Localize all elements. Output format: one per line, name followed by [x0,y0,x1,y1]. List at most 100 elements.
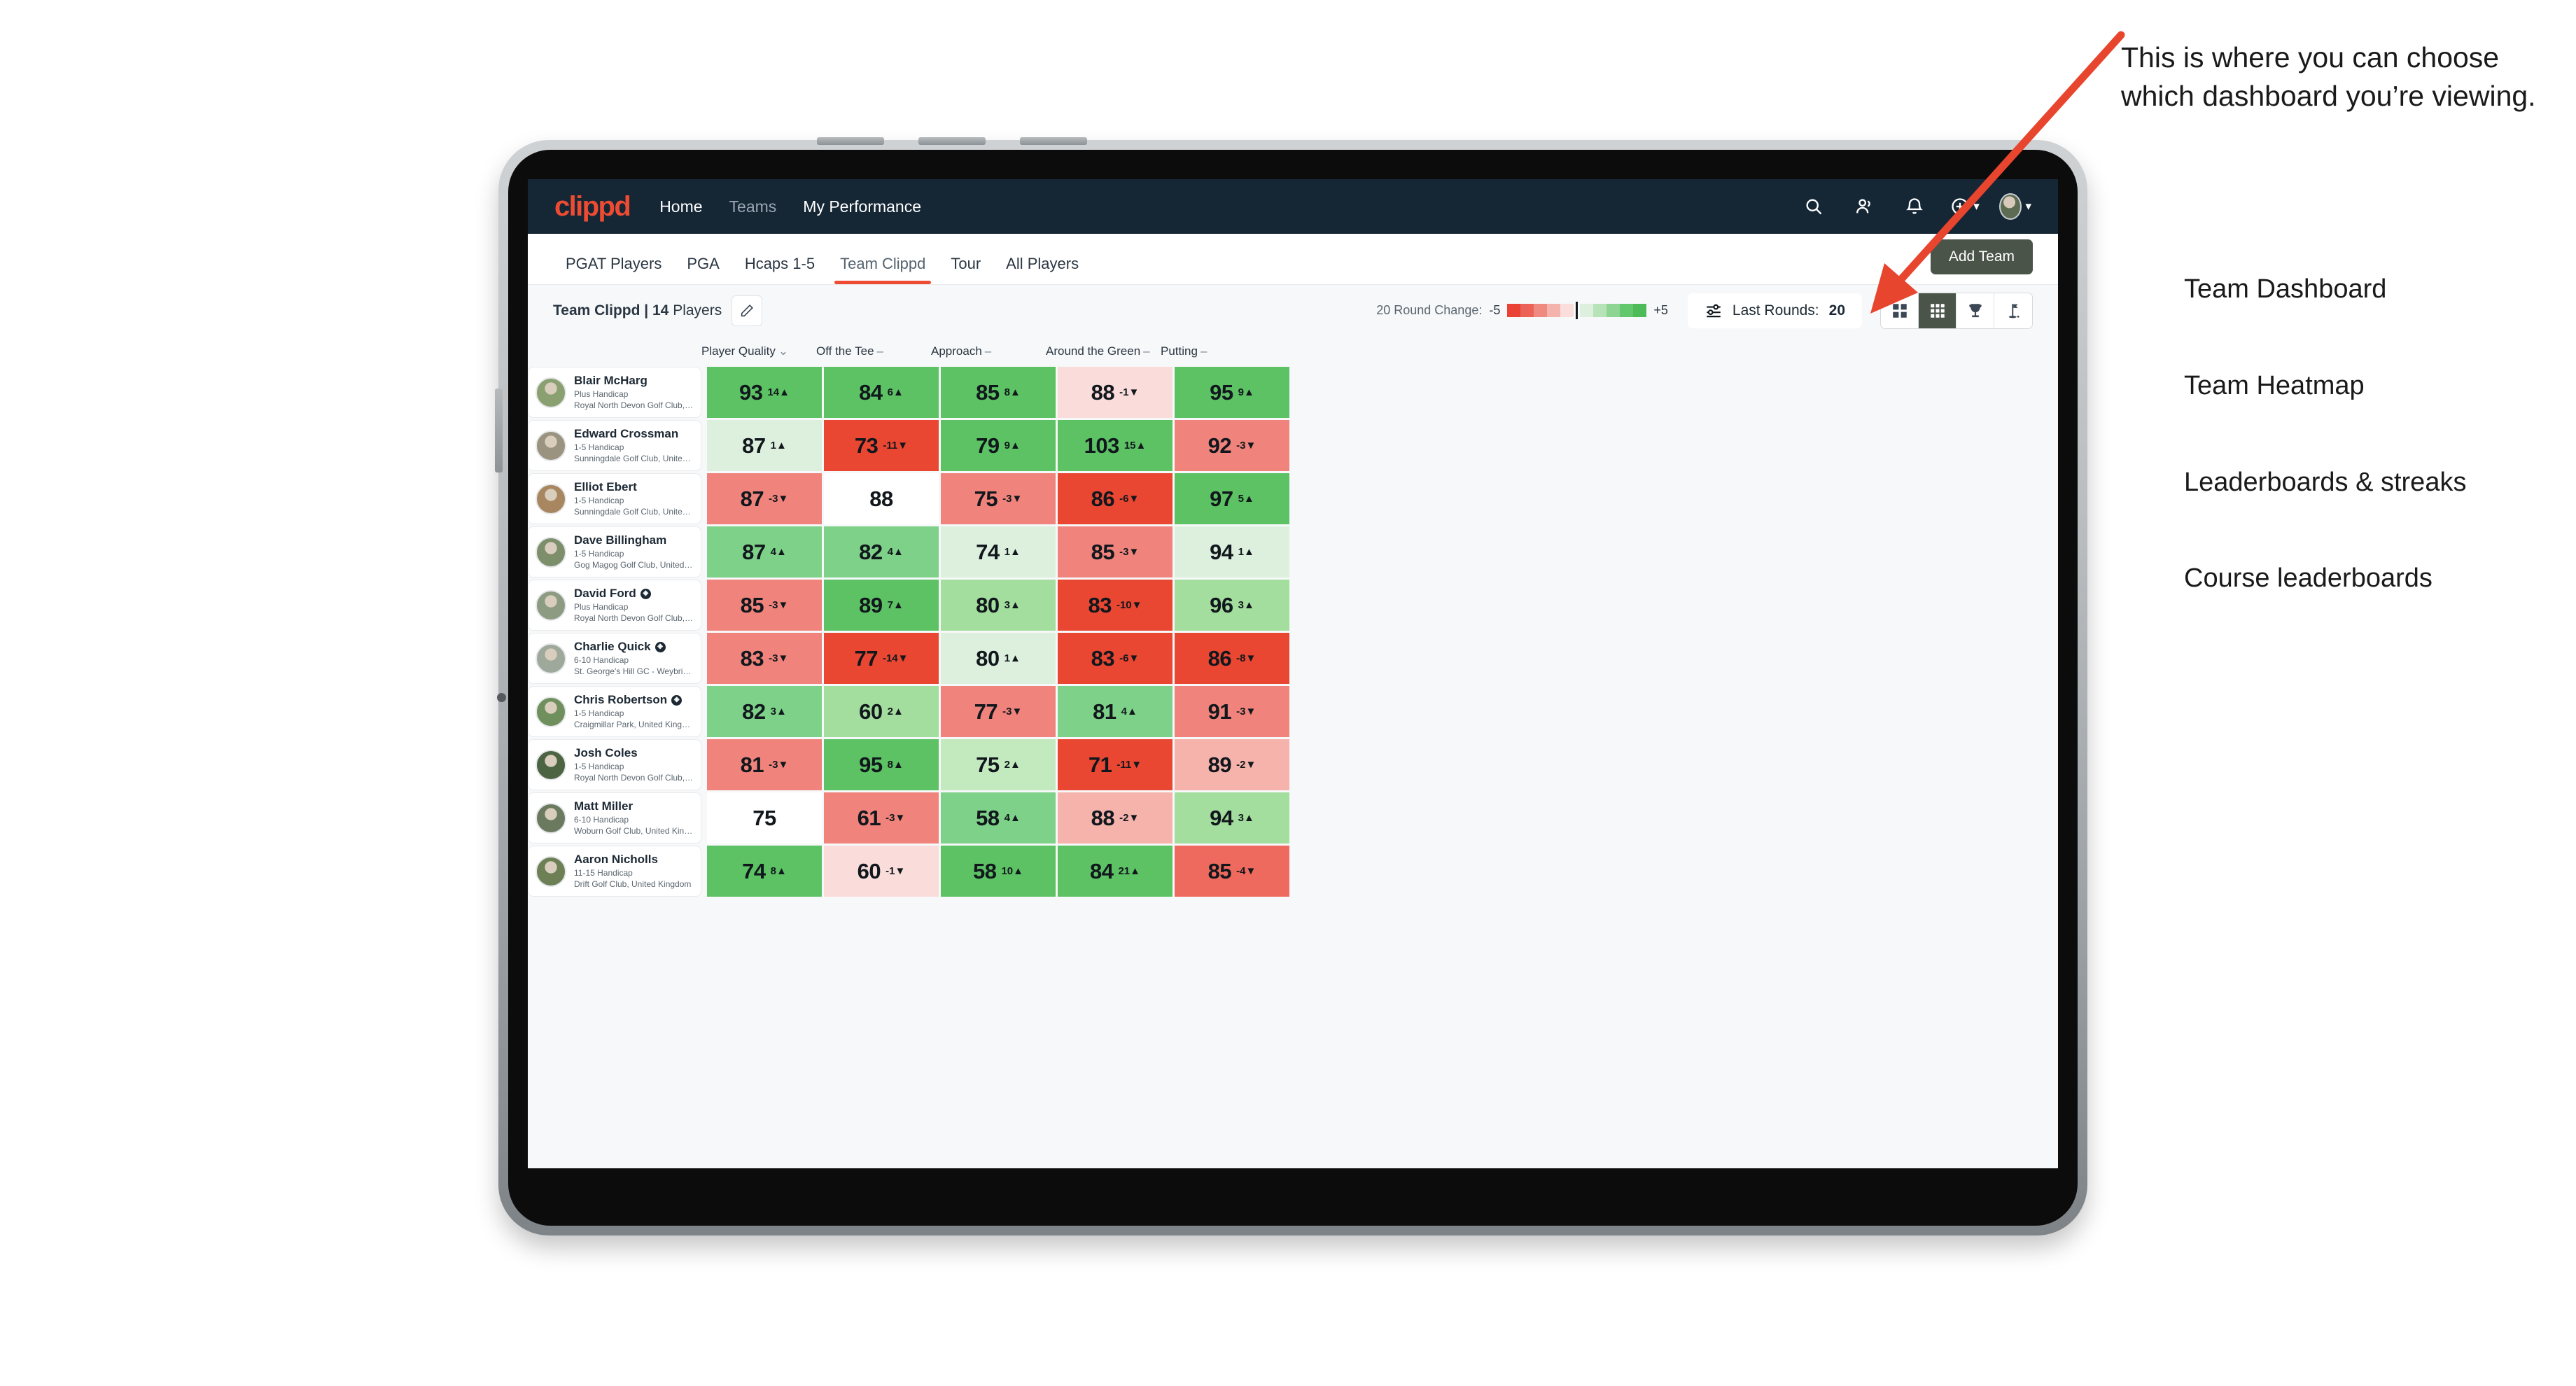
tab-pgat-players[interactable]: PGAT Players [553,255,674,284]
heatmap-cell[interactable]: 85 8▲ [941,367,1056,418]
tab-all-players[interactable]: All Players [993,255,1091,284]
heatmap-cell[interactable]: 60 -1▼ [824,846,939,897]
player-card[interactable]: David Ford ◈ Plus Handicap Royal North Devo… [528,580,701,631]
heatmap-cell[interactable]: 89 7▲ [824,580,939,631]
heatmap-cell[interactable]: 103 15▲ [1058,420,1172,471]
add-team-button[interactable]: Add Team [1930,239,2033,274]
heatmap-cell[interactable]: 83 -6▼ [1058,633,1172,684]
heatmap-cell[interactable]: 80 3▲ [941,580,1056,631]
table-row[interactable]: Elliot Ebert 1-5 Handicap Sunningdale Golf… [528,473,2058,524]
nav-item-teams[interactable]: Teams [729,197,777,216]
column-header-player-quality[interactable]: Player Quality ⌄ [701,344,816,358]
player-card[interactable]: Aaron Nicholls 11-15 Handicap Drift Golf C… [528,846,701,897]
heatmap-cell[interactable]: 83 -10▼ [1058,580,1172,631]
heatmap-cell[interactable]: 88 -2▼ [1058,792,1172,844]
tab-tour[interactable]: Tour [938,255,993,284]
search-icon[interactable] [1798,190,1830,223]
column-header-around-the-green[interactable]: Around the Green – [1046,344,1161,358]
heatmap-cell[interactable]: 87 4▲ [707,526,822,578]
player-card[interactable]: Charlie Quick ◈ 6-10 Handicap St. George's … [528,633,701,684]
column-header-putting[interactable]: Putting – [1161,344,1275,358]
clippd-logo[interactable]: clippd [554,191,631,223]
heatmap-cell[interactable]: 85 -3▼ [707,580,822,631]
table-row[interactable]: Matt Miller 6-10 Handicap Woburn Golf Club… [528,792,2058,844]
player-card[interactable]: Josh Coles 1-5 Handicap Royal North Devon … [528,739,701,790]
heatmap-cell[interactable]: 86 -6▼ [1058,473,1172,524]
heatmap-cell[interactable]: 94 1▲ [1175,526,1289,578]
column-header-off-the-tee[interactable]: Off the Tee – [816,344,931,358]
player-card[interactable]: Blair McHarg Plus Handicap Royal North Dev… [528,367,701,418]
legend-label: 20 Round Change: [1376,303,1483,317]
table-row[interactable]: Charlie Quick ◈ 6-10 Handicap St. George's … [528,633,2058,684]
heatmap-cell[interactable]: 79 9▲ [941,420,1056,471]
heatmap-cell[interactable]: 97 5▲ [1175,473,1289,524]
view-toggle-team-heatmap[interactable] [1919,293,1956,328]
cell-delta: 4▲ [887,546,904,558]
cell-delta: 10▲ [1001,865,1023,877]
heatmap-cell[interactable]: 85 -3▼ [1058,526,1172,578]
heatmap-cell[interactable]: 74 8▲ [707,846,822,897]
table-row[interactable]: Blair McHarg Plus Handicap Royal North Dev… [528,367,2058,418]
table-row[interactable]: Edward Crossman 1-5 Handicap Sunningdale G… [528,420,2058,471]
heatmap-cell[interactable]: 75 -3▼ [941,473,1056,524]
heatmap-cell[interactable]: 77 -14▼ [824,633,939,684]
heatmap-cell[interactable]: 82 3▲ [707,686,822,737]
heatmap-cell[interactable]: 82 4▲ [824,526,939,578]
heatmap-cell[interactable]: 95 8▲ [824,739,939,790]
heatmap-cell[interactable]: 96 3▲ [1175,580,1289,631]
heatmap-cell[interactable]: 75 2▲ [941,739,1056,790]
heatmap-cell[interactable]: 77 -3▼ [941,686,1056,737]
heatmap-cell[interactable]: 91 -3▼ [1175,686,1289,737]
player-card[interactable]: Dave Billingham 1-5 Handicap Gog Magog Gol… [528,526,701,578]
heatmap-cell[interactable]: 58 10▲ [941,846,1056,897]
heatmap-cell[interactable]: 71 -11▼ [1058,739,1172,790]
view-toggle-team-dashboard[interactable] [1881,293,1919,328]
heatmap-cell[interactable]: 73 -11▼ [824,420,939,471]
view-toggle-course-leaderboards[interactable] [1994,293,2032,328]
nav-item-home[interactable]: Home [659,197,702,216]
player-card[interactable]: Chris Robertson ◈ 1-5 Handicap Craigmillar … [528,686,701,737]
table-row[interactable]: Dave Billingham 1-5 Handicap Gog Magog Gol… [528,526,2058,578]
edit-team-button[interactable] [732,295,763,326]
column-header-approach[interactable]: Approach – [931,344,1046,358]
heatmap-cell[interactable]: 89 -2▼ [1175,739,1289,790]
heatmap-cell[interactable]: 81 -3▼ [707,739,822,790]
player-card[interactable]: Matt Miller 6-10 Handicap Woburn Golf Club… [528,792,701,844]
heatmap-cell[interactable]: 87 -3▼ [707,473,822,524]
table-row[interactable]: Chris Robertson ◈ 1-5 Handicap Craigmillar … [528,686,2058,737]
table-row[interactable]: David Ford ◈ Plus Handicap Royal North Devo… [528,580,2058,631]
heatmap-cell[interactable]: 88 [824,473,939,524]
bell-icon[interactable] [1898,190,1931,223]
heatmap-cell[interactable]: 84 6▲ [824,367,939,418]
heatmap-cell[interactable]: 94 3▲ [1175,792,1289,844]
heatmap-cell[interactable]: 85 -4▼ [1175,846,1289,897]
heatmap-cell[interactable]: 58 4▲ [941,792,1056,844]
heatmap-cell[interactable]: 92 -3▼ [1175,420,1289,471]
plus-circle-icon[interactable]: ▾ [1949,190,1981,223]
heatmap-cell[interactable]: 75 [707,792,822,844]
heatmap-cell[interactable]: 81 4▲ [1058,686,1172,737]
last-rounds-filter-button[interactable]: Last Rounds: 20 [1687,293,1862,328]
tab-hcaps-1-5[interactable]: Hcaps 1-5 [732,255,827,284]
heatmap-cell[interactable]: 60 2▲ [824,686,939,737]
heatmap-cell[interactable]: 83 -3▼ [707,633,822,684]
nav-item-my-performance[interactable]: My Performance [803,197,921,216]
player-card[interactable]: Elliot Ebert 1-5 Handicap Sunningdale Golf… [528,473,701,524]
heatmap-cell[interactable]: 88 -1▼ [1058,367,1172,418]
heatmap-cell[interactable]: 87 1▲ [707,420,822,471]
people-icon[interactable] [1848,190,1880,223]
table-row[interactable]: Josh Coles 1-5 Handicap Royal North Devon … [528,739,2058,790]
heatmap-cell[interactable]: 61 -3▼ [824,792,939,844]
heatmap-cell[interactable]: 80 1▲ [941,633,1056,684]
heatmap-cell[interactable]: 74 1▲ [941,526,1056,578]
heatmap-cell[interactable]: 93 14▲ [707,367,822,418]
view-toggle-leaderboards[interactable] [1956,293,1994,328]
table-row[interactable]: Aaron Nicholls 11-15 Handicap Drift Golf C… [528,846,2058,897]
tab-pga[interactable]: PGA [674,255,732,284]
heatmap-cell[interactable]: 84 21▲ [1058,846,1172,897]
player-card[interactable]: Edward Crossman 1-5 Handicap Sunningdale G… [528,420,701,471]
heatmap-cell[interactable]: 95 9▲ [1175,367,1289,418]
tab-team-clippd[interactable]: Team Clippd [827,255,938,284]
avatar[interactable]: ▾ [1999,190,2031,223]
heatmap-cell[interactable]: 86 -8▼ [1175,633,1289,684]
